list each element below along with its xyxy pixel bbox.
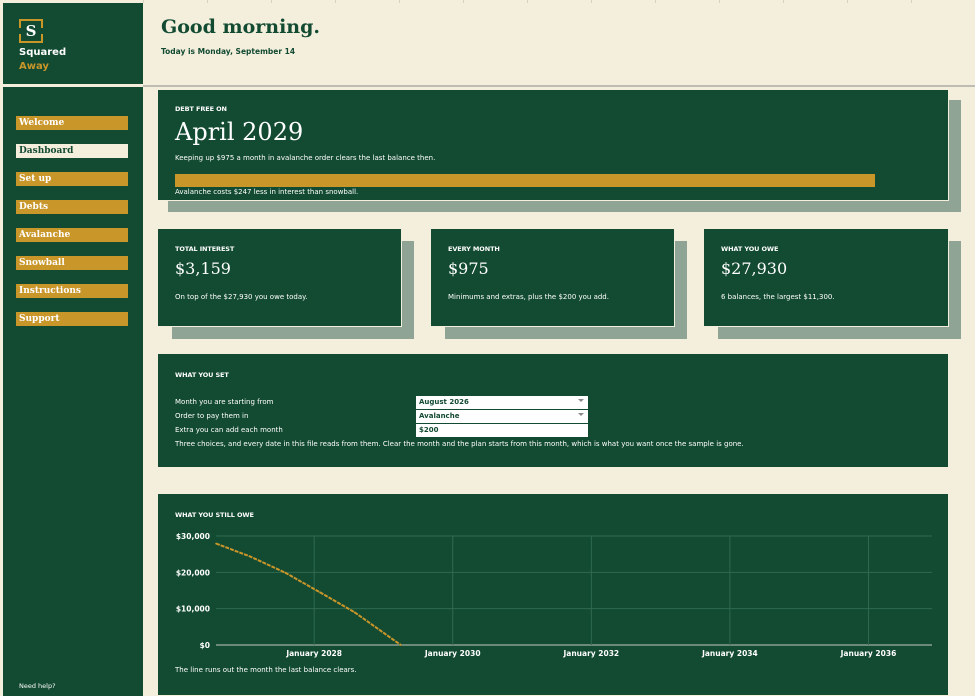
x-tick-label: January 2028 — [285, 649, 342, 658]
every-month-card: EVERY MONTH $975 Minimums and extras, pl… — [430, 228, 675, 327]
debt-free-subtitle: Keeping up $975 a month in avalanche ord… — [175, 154, 436, 162]
x-tick-label: January 2032 — [562, 649, 619, 658]
start-month-select[interactable]: August 2026 — [416, 396, 588, 409]
sidebar-nav: Welcome Dashboard Set up Debts Avalanche… — [16, 116, 128, 340]
stat-note: On top of the $27,930 you owe today. — [175, 293, 308, 301]
pay-order-select[interactable]: Avalanche — [416, 410, 588, 423]
sidebar: S Squared Away Welcome Dashboard Set up … — [3, 3, 143, 696]
nav-debts-button[interactable]: Debts — [16, 200, 128, 214]
stat-kicker: TOTAL INTEREST — [175, 245, 235, 253]
sidebar-divider — [0, 84, 143, 87]
brand-tagline: Away — [19, 61, 49, 72]
balance-data-point — [319, 591, 321, 594]
y-tick-label: $20,000 — [176, 568, 210, 577]
total-interest-card: TOTAL INTEREST $3,159 On top of the $27,… — [157, 228, 402, 327]
balance-data-point — [353, 611, 356, 614]
pay-order-value: Avalanche — [419, 412, 460, 420]
logo-icon: S — [19, 19, 43, 43]
chevron-down-icon[interactable] — [578, 399, 584, 402]
chevron-down-icon[interactable] — [578, 413, 584, 416]
what-you-owe-card: WHAT YOU OWE $27,930 6 balances, the lar… — [703, 228, 949, 327]
stat-value: $975 — [448, 259, 489, 278]
balance-chart-card: WHAT YOU STILL OWE $0 $10,000 $20,000 $30,0… — [157, 493, 949, 696]
pay-order-label: Order to pay them in — [175, 412, 249, 420]
chart-note: The line runs out the month the last bal… — [175, 666, 357, 674]
header-divider — [143, 85, 975, 87]
payoff-progress-bar — [175, 174, 875, 187]
balance-data-point — [399, 644, 402, 646]
nav-setup-button[interactable]: Set up — [16, 172, 128, 186]
stat-value: $3,159 — [175, 259, 231, 278]
extra-amount-value: $200 — [419, 426, 439, 434]
x-tick-label: January 2036 — [840, 649, 897, 658]
start-month-label: Month you are starting from — [175, 398, 274, 406]
extra-amount-label: Extra you can add each month — [175, 426, 283, 434]
stat-note: 6 balances, the largest $11,300. — [721, 293, 835, 301]
nav-avalanche-button[interactable]: Avalanche — [16, 228, 128, 242]
avalanche-savings-note: Avalanche costs $247 less in interest th… — [175, 188, 359, 196]
column-gridlines — [143, 0, 975, 3]
stat-value: $27,930 — [721, 259, 788, 278]
x-tick-label: January 2030 — [424, 649, 481, 658]
y-tick-label: $30,000 — [176, 532, 210, 541]
balance-line-chart: $0 $10,000 $20,000 $30,000 January 2028 Janua… — [176, 532, 932, 658]
stat-note: Minimums and extras, plus the $200 you a… — [448, 293, 609, 301]
settings-kicker: WHAT YOU SET — [175, 371, 229, 379]
nav-dashboard-button[interactable]: Dashboard — [16, 144, 128, 158]
today-date: Today is Monday, September 14 — [161, 47, 296, 56]
help-link[interactable]: Need help? — [19, 682, 56, 690]
settings-note: Three choices, and every date in this fi… — [175, 440, 744, 448]
page-title: Good morning. — [161, 16, 321, 38]
y-tick-label: $0 — [200, 641, 210, 650]
nav-instructions-button[interactable]: Instructions — [16, 284, 128, 298]
debt-free-kicker: DEBT FREE ON — [175, 105, 227, 113]
payoff-progress-fill — [175, 174, 875, 187]
balance-data-point — [249, 555, 252, 558]
extra-amount-input[interactable]: $200 — [416, 424, 588, 437]
nav-snowball-button[interactable]: Snowball — [16, 256, 128, 270]
logo-mark: S — [25, 22, 37, 40]
debt-free-date: April 2029 — [175, 118, 304, 146]
brand-name: Squared — [19, 47, 67, 58]
x-tick-label: January 2034 — [701, 649, 758, 658]
debt-free-card: DEBT FREE ON April 2029 Keeping up $975 … — [157, 89, 949, 201]
start-month-value: August 2026 — [419, 398, 469, 406]
nav-welcome-button[interactable]: Welcome — [16, 116, 128, 130]
balance-data-point — [284, 571, 287, 574]
balance-data-point — [215, 542, 217, 545]
balance-series-line — [215, 542, 402, 646]
stat-kicker: EVERY MONTH — [448, 245, 500, 253]
y-tick-label: $10,000 — [176, 605, 210, 614]
stat-kicker: WHAT YOU OWE — [721, 245, 779, 253]
settings-card: WHAT YOU SET Month you are starting from… — [157, 353, 949, 468]
nav-support-button[interactable]: Support — [16, 312, 128, 326]
